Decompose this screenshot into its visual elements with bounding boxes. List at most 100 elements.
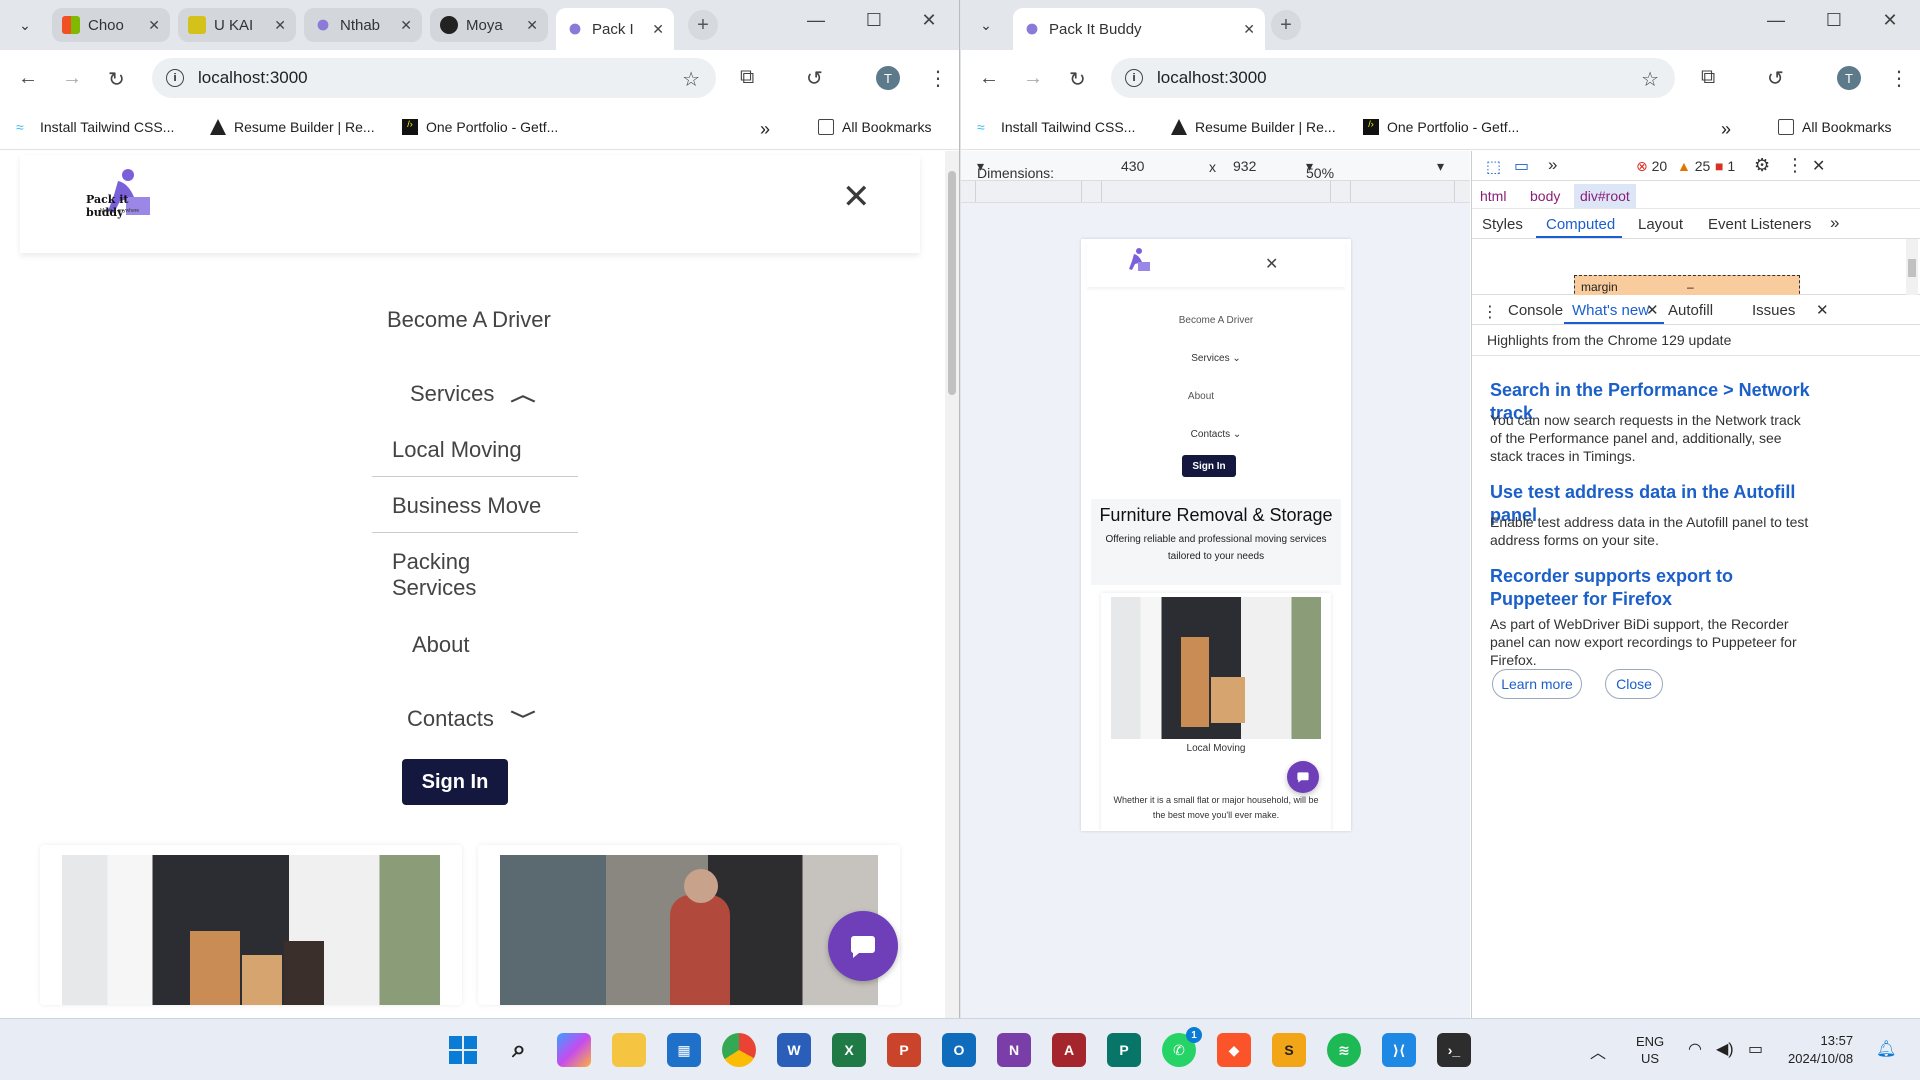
more-bookmarks-icon[interactable]: » [1721, 119, 1731, 140]
close-drawer-icon[interactable]: ✕ [1816, 301, 1829, 319]
extensions-icon[interactable]: ⧉ [1701, 66, 1715, 89]
search-icon[interactable]: ⌕ [502, 1033, 536, 1067]
word-icon[interactable]: W [777, 1033, 811, 1067]
onenote-icon[interactable]: N [997, 1033, 1031, 1067]
menu-become-driver[interactable]: Become A Driver [387, 307, 551, 333]
back-icon[interactable]: ← [979, 67, 999, 90]
mobile-service-card[interactable]: Local Moving Whether it is a small flat … [1101, 593, 1331, 831]
bookmark-resume-builder[interactable]: Resume Builder | Re... [210, 119, 375, 135]
tab-pack-it-buddy-active[interactable]: Pack It Buddy ✕ [1013, 8, 1265, 50]
tab-computed[interactable]: Computed [1546, 216, 1615, 233]
submenu-business-move[interactable]: Business Move [372, 477, 578, 533]
new-tab-button[interactable]: + [688, 10, 718, 40]
maximize-icon[interactable]: ☐ [1811, 10, 1857, 31]
drawer-tab-whats-new[interactable]: What's new [1572, 302, 1649, 319]
logo[interactable]: Pack it buddy Move it anywhere [84, 167, 164, 219]
dimensions-select[interactable]: Dimensions: iPho... ▾ [977, 158, 1054, 197]
clock[interactable]: 13:57 2024/10/08 [1788, 1032, 1853, 1068]
site-info-icon[interactable]: i [166, 69, 184, 87]
issue-count[interactable]: ■ 1 [1715, 158, 1735, 174]
minimize-icon[interactable]: — [1753, 10, 1799, 31]
crumb-body[interactable]: body [1530, 188, 1560, 204]
reload-icon[interactable]: ↻ [1069, 67, 1086, 92]
bookmark-one-portfolio[interactable]: /› One Portfolio - Getf... [402, 119, 558, 135]
windows-start-icon[interactable] [446, 1033, 480, 1067]
mobile-close-icon[interactable]: ✕ [1265, 254, 1278, 274]
new-tab-button[interactable]: + [1271, 10, 1301, 40]
tab-choo[interactable]: Choo ✕ [52, 8, 170, 42]
tab-moya[interactable]: Moya ✕ [430, 8, 548, 42]
address-bar[interactable]: i localhost:3000 ☆ [1111, 58, 1675, 98]
mobile-logo-icon[interactable] [1117, 247, 1157, 275]
profile-avatar[interactable]: T [1837, 66, 1861, 90]
height-input[interactable]: 932 [1233, 158, 1256, 174]
mobile-menu-services[interactable]: Services ⌄ [1081, 353, 1351, 364]
mobile-chat-button[interactable] [1287, 761, 1319, 793]
width-input[interactable]: 430 [1121, 158, 1144, 174]
page-scrollbar[interactable] [945, 151, 959, 1018]
back-icon[interactable]: ← [18, 67, 38, 90]
bookmark-one-portfolio[interactable]: /› One Portfolio - Getf... [1363, 119, 1519, 135]
file-explorer-icon[interactable] [612, 1033, 646, 1067]
history-icon[interactable]: ↺ [806, 66, 823, 91]
chevron-down-icon[interactable]: ﹀ [510, 706, 535, 732]
close-menu-icon[interactable]: ✕ [842, 177, 871, 217]
tab-layout[interactable]: Layout [1638, 216, 1683, 233]
tab-ukai[interactable]: U KAI ✕ [178, 8, 296, 42]
menu-about[interactable]: About [412, 632, 470, 658]
whatsapp-icon[interactable]: ✆ 1 [1162, 1027, 1202, 1067]
more-subtabs-icon[interactable]: » [1830, 213, 1839, 233]
tab-search-chevron-icon[interactable]: ⌄ [973, 12, 999, 38]
close-tab-icon[interactable]: ✕ [274, 17, 286, 34]
chevron-up-icon[interactable]: ︿ [511, 381, 536, 407]
notification-bell-icon[interactable]: 🔔︎ [1876, 1039, 1896, 1059]
scrollbar-thumb[interactable] [948, 171, 956, 395]
chrome-icon[interactable] [722, 1033, 756, 1067]
publisher-icon[interactable]: P [1107, 1033, 1141, 1067]
mobile-menu-contacts[interactable]: Contacts ⌄ [1081, 429, 1351, 440]
mobile-menu-become-driver[interactable]: Become A Driver [1081, 315, 1351, 326]
terminal-icon[interactable]: ›_ [1437, 1033, 1471, 1067]
bookmark-tailwind[interactable]: ≈ Install Tailwind CSS... [977, 119, 1135, 135]
close-tab-icon[interactable]: ✕ [1243, 21, 1255, 38]
outlook-icon[interactable]: O [942, 1033, 976, 1067]
close-tab-icon[interactable]: ✕ [526, 17, 538, 34]
site-info-icon[interactable]: i [1125, 69, 1143, 87]
bookmark-tailwind[interactable]: ≈ Install Tailwind CSS... [16, 119, 174, 135]
extensions-icon[interactable]: ⧉ [740, 66, 754, 89]
input-language[interactable]: ENG US [1636, 1033, 1664, 1067]
sign-in-button[interactable]: Sign In [402, 759, 508, 805]
powerpoint-icon[interactable]: P [887, 1033, 921, 1067]
device-options-icon[interactable]: ▾ [1437, 158, 1444, 175]
computed-scrollbar[interactable] [1906, 239, 1918, 295]
devtools-menu-icon[interactable]: ⋮ [1786, 155, 1804, 176]
vscode-icon[interactable]: ⟩⟨ [1382, 1033, 1416, 1067]
mobile-menu-about[interactable]: About [1081, 391, 1321, 402]
mobile-sign-in-button[interactable]: Sign In [1182, 455, 1236, 477]
battery-icon[interactable]: ▭ [1748, 1039, 1763, 1059]
more-bookmarks-icon[interactable]: » [760, 119, 770, 140]
service-card-local-moving[interactable] [40, 845, 462, 1005]
tab-styles[interactable]: Styles [1482, 216, 1523, 233]
whats-new-item-3-title[interactable]: Recorder supports export to Puppeteer fo… [1490, 565, 1810, 611]
forward-icon[interactable]: → [1023, 67, 1043, 90]
forward-icon[interactable]: → [62, 67, 82, 90]
copilot-icon[interactable] [557, 1033, 591, 1067]
all-bookmarks[interactable]: All Bookmarks [1778, 119, 1891, 135]
profile-avatar[interactable]: T [876, 66, 900, 90]
close-tab-icon[interactable]: ✕ [652, 21, 664, 38]
bookmark-star-icon[interactable]: ☆ [682, 67, 700, 92]
tab-event-listeners[interactable]: Event Listeners [1708, 216, 1811, 233]
minimize-icon[interactable]: — [793, 10, 839, 31]
access-icon[interactable]: A [1052, 1033, 1086, 1067]
close-tab-icon[interactable]: ✕ [400, 17, 412, 34]
close-window-icon[interactable]: ✕ [1867, 10, 1913, 31]
warning-count[interactable]: ▲ 25 [1677, 158, 1710, 174]
tab-pack-it-buddy-active[interactable]: Pack I ✕ [556, 8, 674, 50]
close-whats-new-icon[interactable]: ✕ [1646, 301, 1659, 319]
volume-icon[interactable]: ◀) [1716, 1039, 1734, 1059]
zoom-select[interactable]: 50% ▾ [1306, 158, 1334, 181]
maximize-icon[interactable]: ☐ [851, 10, 897, 31]
tab-nthab[interactable]: Nthab ✕ [304, 8, 422, 42]
close-whats-new-button[interactable]: Close [1605, 669, 1663, 699]
